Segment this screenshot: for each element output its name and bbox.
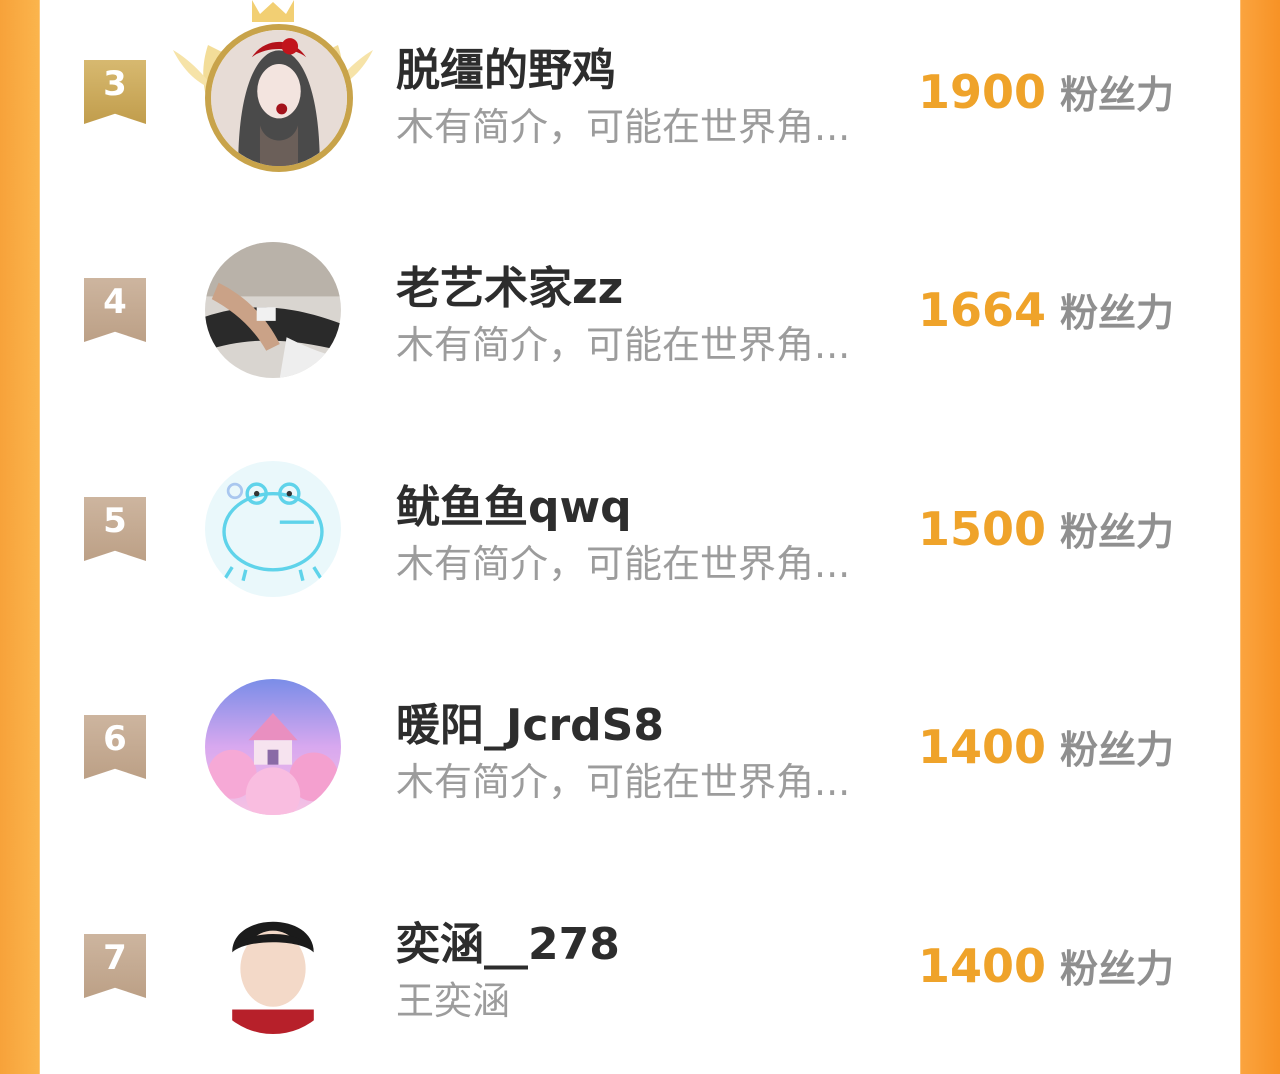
user-name[interactable]: 鱿鱼鱼qwq [396, 471, 632, 535]
rank-number: 7 [103, 938, 127, 978]
user-name[interactable]: 暖阳_JcrdS8 [396, 689, 664, 753]
user-bio: 木有简介，可能在世界角... [396, 105, 851, 149]
user-bio: 木有简介，可能在世界角... [396, 323, 851, 367]
rank-badge: 7 [84, 934, 146, 998]
user-name[interactable]: 脱缰的野鸡 [396, 34, 616, 98]
fans-label: 粉丝力 [1060, 291, 1175, 335]
avatar-image [205, 242, 341, 378]
leaderboard-row[interactable]: 4 老艺术家zz 木有简介，可能在世界角... 1664 粉丝力 [40, 218, 1240, 418]
rank-number: 3 [103, 64, 127, 104]
leaderboard-row[interactable]: 5 鱿鱼鱼qwq 木有简介，可能在世界角... 1500 粉丝力 [40, 437, 1240, 637]
fans-label: 粉丝力 [1060, 73, 1175, 117]
fans-label: 粉丝力 [1060, 947, 1175, 991]
user-bio: 木有简介，可能在世界角... [396, 760, 851, 804]
user-bio: 王奕涵 [396, 979, 511, 1023]
avatar-image [205, 898, 341, 1034]
fans-power: 1500 粉丝力 [918, 501, 1174, 556]
rank-badge: 3 [84, 60, 146, 124]
rank-number: 6 [103, 719, 127, 759]
avatar[interactable] [205, 461, 341, 597]
leaderboard-panel: 3 脱缰的野鸡 木有简介，可能在世界角... 1900 粉丝力 4 老艺术家zz… [40, 0, 1240, 1034]
fans-power: 1900 粉丝力 [918, 64, 1174, 119]
avatar[interactable] [205, 898, 341, 1034]
avatar[interactable] [205, 679, 341, 815]
avatar-image [205, 679, 341, 815]
rank-badge: 4 [84, 278, 146, 342]
user-bio: 木有简介，可能在世界角... [396, 542, 851, 586]
fans-power: 1664 粉丝力 [918, 282, 1174, 337]
leaderboard-row[interactable]: 3 脱缰的野鸡 木有简介，可能在世界角... 1900 粉丝力 [40, 0, 1240, 200]
fans-value: 1500 [918, 502, 1047, 556]
user-name[interactable]: 奕涵__278 [396, 908, 620, 972]
user-name[interactable]: 老艺术家zz [396, 252, 623, 316]
avatar-image [205, 461, 341, 597]
avatar-image [211, 30, 347, 166]
fans-value: 1900 [918, 65, 1047, 119]
leaderboard-row[interactable]: 6 暖阳_JcrdS8 木有简介，可能在世界角... 1400 粉丝力 [40, 655, 1240, 855]
fans-value: 1664 [918, 283, 1047, 337]
rank-number: 4 [103, 282, 127, 322]
fans-label: 粉丝力 [1060, 510, 1175, 554]
rank-number: 5 [103, 501, 127, 541]
fans-power: 1400 粉丝力 [918, 719, 1174, 774]
rank-badge: 5 [84, 497, 146, 561]
fans-value: 1400 [918, 939, 1047, 993]
avatar[interactable] [205, 24, 353, 172]
rank-badge: 6 [84, 715, 146, 779]
fans-power: 1400 粉丝力 [918, 938, 1174, 993]
fans-label: 粉丝力 [1060, 728, 1175, 772]
leaderboard-row[interactable]: 7 奕涵__278 王奕涵 1400 粉丝力 [40, 874, 1240, 1074]
fans-value: 1400 [918, 720, 1047, 774]
avatar[interactable] [205, 242, 341, 378]
